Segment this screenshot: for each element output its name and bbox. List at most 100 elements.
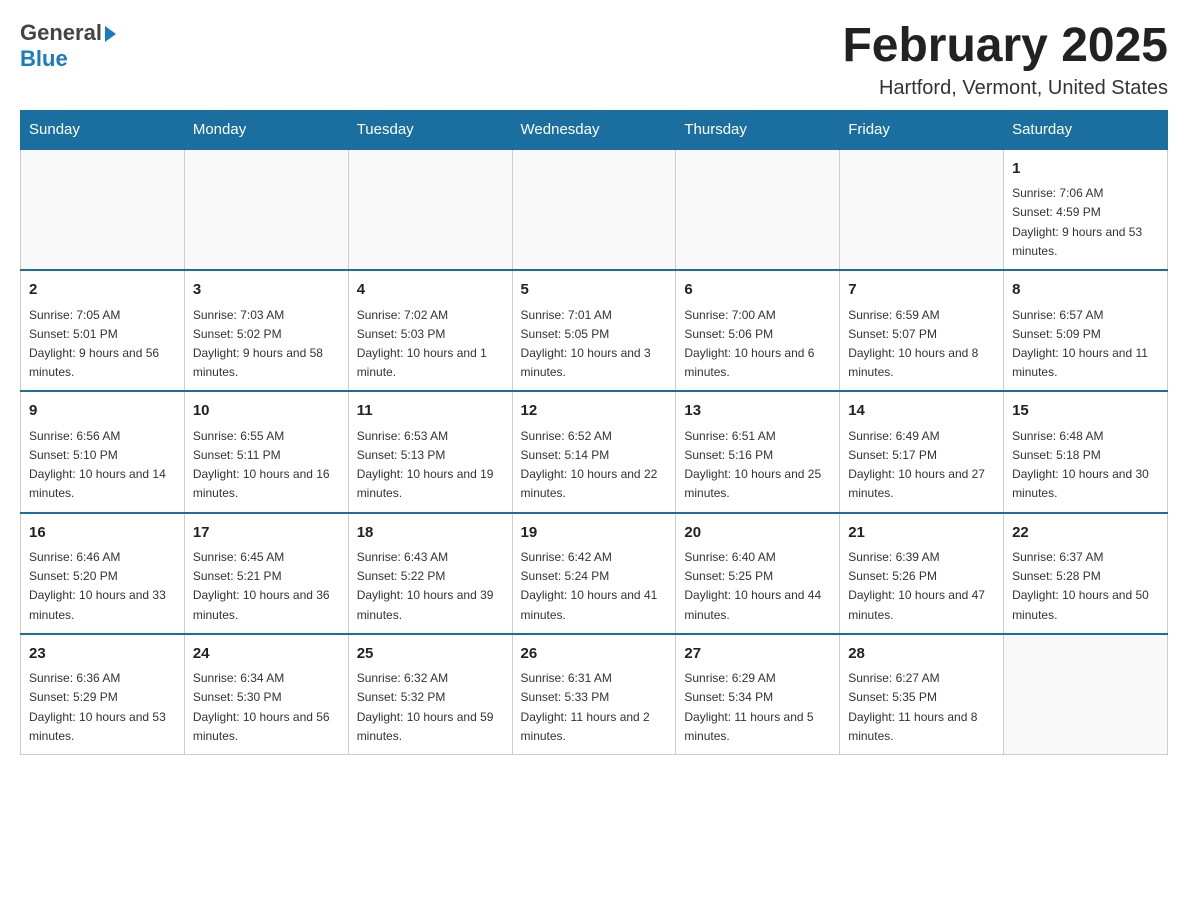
day-sun-info: Sunrise: 7:02 AMSunset: 5:03 PMDaylight:… bbox=[357, 306, 504, 383]
calendar-day-cell: 12 Sunrise: 6:52 AMSunset: 5:14 PMDayligh… bbox=[512, 391, 676, 512]
day-number: 13 bbox=[684, 400, 831, 423]
calendar-day-cell: 6 Sunrise: 7:00 AMSunset: 5:06 PMDaylight… bbox=[676, 270, 840, 391]
calendar-day-cell: 21 Sunrise: 6:39 AMSunset: 5:26 PMDayligh… bbox=[840, 513, 1004, 634]
calendar-week-row: 23 Sunrise: 6:36 AMSunset: 5:29 PMDayligh… bbox=[21, 634, 1168, 755]
day-sun-info: Sunrise: 6:55 AMSunset: 5:11 PMDaylight:… bbox=[193, 427, 340, 504]
day-number: 25 bbox=[357, 643, 504, 666]
day-sun-info: Sunrise: 6:43 AMSunset: 5:22 PMDaylight:… bbox=[357, 548, 504, 625]
day-sun-info: Sunrise: 6:37 AMSunset: 5:28 PMDaylight:… bbox=[1012, 548, 1159, 625]
calendar-week-row: 1 Sunrise: 7:06 AMSunset: 4:59 PMDaylight… bbox=[21, 149, 1168, 270]
day-number: 16 bbox=[29, 522, 176, 545]
day-sun-info: Sunrise: 6:52 AMSunset: 5:14 PMDaylight:… bbox=[521, 427, 668, 504]
calendar-day-cell: 18 Sunrise: 6:43 AMSunset: 5:22 PMDayligh… bbox=[348, 513, 512, 634]
day-number: 26 bbox=[521, 643, 668, 666]
calendar-day-cell: 22 Sunrise: 6:37 AMSunset: 5:28 PMDayligh… bbox=[1004, 513, 1168, 634]
day-sun-info: Sunrise: 7:01 AMSunset: 5:05 PMDaylight:… bbox=[521, 306, 668, 383]
calendar-day-cell bbox=[840, 149, 1004, 270]
day-number: 22 bbox=[1012, 522, 1159, 545]
calendar-day-header: Friday bbox=[840, 110, 1004, 149]
day-number: 2 bbox=[29, 279, 176, 302]
day-number: 5 bbox=[521, 279, 668, 302]
day-sun-info: Sunrise: 7:06 AMSunset: 4:59 PMDaylight:… bbox=[1012, 184, 1159, 261]
calendar-day-cell: 14 Sunrise: 6:49 AMSunset: 5:17 PMDayligh… bbox=[840, 391, 1004, 512]
day-sun-info: Sunrise: 6:42 AMSunset: 5:24 PMDaylight:… bbox=[521, 548, 668, 625]
day-sun-info: Sunrise: 6:40 AMSunset: 5:25 PMDaylight:… bbox=[684, 548, 831, 625]
day-sun-info: Sunrise: 6:45 AMSunset: 5:21 PMDaylight:… bbox=[193, 548, 340, 625]
calendar-day-cell: 16 Sunrise: 6:46 AMSunset: 5:20 PMDayligh… bbox=[21, 513, 185, 634]
day-number: 17 bbox=[193, 522, 340, 545]
day-sun-info: Sunrise: 6:39 AMSunset: 5:26 PMDaylight:… bbox=[848, 548, 995, 625]
calendar-day-cell: 7Sunrise: 6:59 AMSunset: 5:07 PMDaylight… bbox=[840, 270, 1004, 391]
day-number: 10 bbox=[193, 400, 340, 423]
calendar-week-row: 9 Sunrise: 6:56 AMSunset: 5:10 PMDaylight… bbox=[21, 391, 1168, 512]
day-number: 4 bbox=[357, 279, 504, 302]
day-sun-info: Sunrise: 6:48 AMSunset: 5:18 PMDaylight:… bbox=[1012, 427, 1159, 504]
calendar-day-cell: 9 Sunrise: 6:56 AMSunset: 5:10 PMDaylight… bbox=[21, 391, 185, 512]
day-sun-info: Sunrise: 6:31 AMSunset: 5:33 PMDaylight:… bbox=[521, 669, 668, 746]
day-sun-info: Sunrise: 6:32 AMSunset: 5:32 PMDaylight:… bbox=[357, 669, 504, 746]
calendar-day-header: Monday bbox=[184, 110, 348, 149]
day-sun-info: Sunrise: 6:57 AMSunset: 5:09 PMDaylight:… bbox=[1012, 306, 1159, 383]
title-section: February 2025 Hartford, Vermont, United … bbox=[842, 20, 1168, 100]
day-number: 7 bbox=[848, 279, 995, 302]
calendar-day-header: Sunday bbox=[21, 110, 185, 149]
logo: General Blue bbox=[20, 20, 116, 72]
calendar-week-row: 2 Sunrise: 7:05 AMSunset: 5:01 PMDaylight… bbox=[21, 270, 1168, 391]
day-sun-info: Sunrise: 6:53 AMSunset: 5:13 PMDaylight:… bbox=[357, 427, 504, 504]
calendar-day-cell: 13 Sunrise: 6:51 AMSunset: 5:16 PMDayligh… bbox=[676, 391, 840, 512]
calendar-day-cell bbox=[21, 149, 185, 270]
calendar-day-cell bbox=[184, 149, 348, 270]
day-number: 15 bbox=[1012, 400, 1159, 423]
day-sun-info: Sunrise: 6:46 AMSunset: 5:20 PMDaylight:… bbox=[29, 548, 176, 625]
day-number: 12 bbox=[521, 400, 668, 423]
day-sun-info: Sunrise: 6:27 AMSunset: 5:35 PMDaylight:… bbox=[848, 669, 995, 746]
calendar-day-cell: 10 Sunrise: 6:55 AMSunset: 5:11 PMDayligh… bbox=[184, 391, 348, 512]
calendar-day-cell: 5 Sunrise: 7:01 AMSunset: 5:05 PMDaylight… bbox=[512, 270, 676, 391]
day-sun-info: Sunrise: 6:56 AMSunset: 5:10 PMDaylight:… bbox=[29, 427, 176, 504]
calendar-day-cell: 28 Sunrise: 6:27 AMSunset: 5:35 PMDayligh… bbox=[840, 634, 1004, 755]
calendar-day-cell: 3 Sunrise: 7:03 AMSunset: 5:02 PMDaylight… bbox=[184, 270, 348, 391]
day-number: 6 bbox=[684, 279, 831, 302]
logo-blue-text: Blue bbox=[20, 46, 68, 72]
calendar-day-cell: 15 Sunrise: 6:48 AMSunset: 5:18 PMDayligh… bbox=[1004, 391, 1168, 512]
calendar-day-cell: 23 Sunrise: 6:36 AMSunset: 5:29 PMDayligh… bbox=[21, 634, 185, 755]
calendar-day-cell: 20 Sunrise: 6:40 AMSunset: 5:25 PMDayligh… bbox=[676, 513, 840, 634]
day-number: 11 bbox=[357, 400, 504, 423]
day-number: 23 bbox=[29, 643, 176, 666]
day-sun-info: Sunrise: 6:49 AMSunset: 5:17 PMDaylight:… bbox=[848, 427, 995, 504]
day-sun-info: Sunrise: 6:29 AMSunset: 5:34 PMDaylight:… bbox=[684, 669, 831, 746]
calendar-day-cell: 24Sunrise: 6:34 AMSunset: 5:30 PMDayligh… bbox=[184, 634, 348, 755]
calendar-header-row: SundayMondayTuesdayWednesdayThursdayFrid… bbox=[21, 110, 1168, 149]
calendar-day-header: Saturday bbox=[1004, 110, 1168, 149]
day-number: 3 bbox=[193, 279, 340, 302]
day-number: 19 bbox=[521, 522, 668, 545]
calendar-day-cell: 26 Sunrise: 6:31 AMSunset: 5:33 PMDayligh… bbox=[512, 634, 676, 755]
day-number: 21 bbox=[848, 522, 995, 545]
calendar-week-row: 16 Sunrise: 6:46 AMSunset: 5:20 PMDayligh… bbox=[21, 513, 1168, 634]
day-sun-info: Sunrise: 7:00 AMSunset: 5:06 PMDaylight:… bbox=[684, 306, 831, 383]
day-sun-info: Sunrise: 7:03 AMSunset: 5:02 PMDaylight:… bbox=[193, 306, 340, 383]
calendar-day-cell: 17 Sunrise: 6:45 AMSunset: 5:21 PMDayligh… bbox=[184, 513, 348, 634]
day-number: 14 bbox=[848, 400, 995, 423]
calendar-day-cell: 2 Sunrise: 7:05 AMSunset: 5:01 PMDaylight… bbox=[21, 270, 185, 391]
calendar-day-cell: 19 Sunrise: 6:42 AMSunset: 5:24 PMDayligh… bbox=[512, 513, 676, 634]
day-number: 1 bbox=[1012, 158, 1159, 181]
day-number: 9 bbox=[29, 400, 176, 423]
day-number: 20 bbox=[684, 522, 831, 545]
calendar-day-cell: 25 Sunrise: 6:32 AMSunset: 5:32 PMDayligh… bbox=[348, 634, 512, 755]
day-number: 28 bbox=[848, 643, 995, 666]
location-subtitle: Hartford, Vermont, United States bbox=[842, 77, 1168, 100]
day-number: 18 bbox=[357, 522, 504, 545]
logo-general-text: General bbox=[20, 20, 102, 46]
calendar-day-cell bbox=[348, 149, 512, 270]
calendar-day-cell: 8Sunrise: 6:57 AMSunset: 5:09 PMDaylight… bbox=[1004, 270, 1168, 391]
day-sun-info: Sunrise: 6:51 AMSunset: 5:16 PMDaylight:… bbox=[684, 427, 831, 504]
day-sun-info: Sunrise: 6:36 AMSunset: 5:29 PMDaylight:… bbox=[29, 669, 176, 746]
calendar-day-cell bbox=[512, 149, 676, 270]
calendar-day-cell: 1 Sunrise: 7:06 AMSunset: 4:59 PMDaylight… bbox=[1004, 149, 1168, 270]
calendar-day-cell bbox=[676, 149, 840, 270]
month-title: February 2025 bbox=[842, 20, 1168, 73]
day-sun-info: Sunrise: 6:34 AMSunset: 5:30 PMDaylight:… bbox=[193, 669, 340, 746]
day-sun-info: Sunrise: 7:05 AMSunset: 5:01 PMDaylight:… bbox=[29, 306, 176, 383]
logo-arrow-icon bbox=[105, 26, 116, 42]
